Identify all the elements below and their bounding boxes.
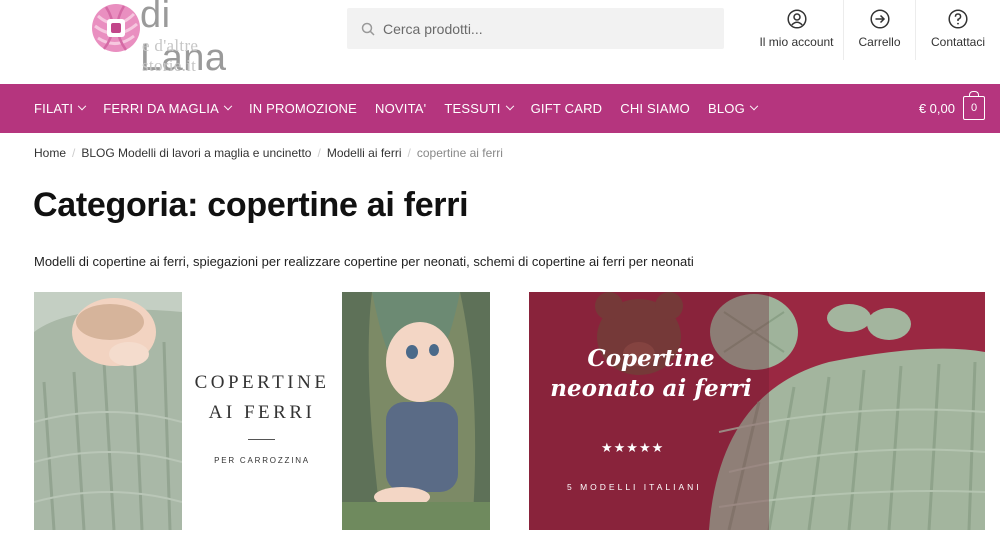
post-card-copertine-neonato[interactable]: Copertine neonato ai ferri ★★★★★ 5 MODEL…: [529, 292, 985, 530]
card-title-line: Copertine: [587, 345, 715, 372]
chevron-down-icon: [749, 101, 759, 110]
breadcrumb-separator: /: [317, 146, 321, 160]
search-icon: [361, 22, 375, 36]
cart-label: Carrello: [858, 35, 901, 49]
breadcrumb: Home / BLOG Modelli di lavori a maglia e…: [34, 146, 503, 160]
yarn-ball-icon: [92, 4, 140, 52]
nav-item-label: Novita': [375, 101, 427, 116]
nav-item-tessuti[interactable]: Tessuti: [444, 101, 514, 116]
breadcrumb-link-modelli-ai-ferri[interactable]: Modelli ai ferri: [327, 146, 402, 160]
baby-blanket-photo: [34, 292, 182, 530]
card-title-line: COPERTINE: [194, 372, 330, 393]
breadcrumb-link-home[interactable]: Home: [34, 146, 66, 160]
my-account-label: Il mio account: [759, 35, 834, 49]
nav-item-gift-card[interactable]: Gift card: [531, 101, 603, 116]
post-card-copertine-ai-ferri[interactable]: COPERTINE AI FERRI PER CARROZZINA: [34, 292, 490, 530]
nav-item-label: Filati: [34, 101, 74, 116]
nav-item-label: Ferri da maglia: [103, 101, 219, 116]
product-search: [347, 8, 724, 49]
nav-item-label: Chi siamo: [620, 101, 690, 116]
card-title: Copertine neonato ai ferri: [541, 344, 761, 404]
nav-item-label: Blog: [707, 101, 745, 116]
site-header: di Lana e d'altre storie.it Il mio accou…: [0, 0, 1000, 84]
mini-cart[interactable]: € 0,00 0: [918, 91, 985, 120]
card-title-panel: COPERTINE AI FERRI PER CARROZZINA: [182, 292, 342, 530]
user-icon: [786, 9, 807, 29]
breadcrumb-separator: /: [407, 146, 411, 160]
logo-subtitle: e d'altre storie.it: [142, 36, 199, 75]
chevron-down-icon: [505, 101, 514, 110]
knitted-blanket-photo: [529, 292, 985, 530]
nav-item-filati[interactable]: Filati: [34, 101, 87, 116]
contact-label: Contattaci: [930, 35, 986, 49]
cart-bag-icon: 0: [963, 91, 985, 120]
chevron-down-icon: [223, 101, 233, 110]
breadcrumb-link-blog[interactable]: BLOG Modelli di lavori a maglia e uncine…: [81, 146, 311, 160]
main-navigation: Filati Ferri da maglia In promozione Nov…: [0, 84, 1000, 133]
chevron-down-icon: [78, 101, 87, 110]
nav-item-blog[interactable]: Blog: [707, 101, 759, 116]
nav-item-label: In promozione: [248, 101, 358, 116]
cart-link[interactable]: Carrello: [844, 0, 915, 60]
question-icon: [948, 9, 968, 29]
arrow-right-icon: [869, 9, 890, 29]
page-title: Categoria: copertine ai ferri: [33, 186, 469, 224]
card-title-line: neonato ai ferri: [550, 375, 752, 402]
breadcrumb-current: copertine ai ferri: [416, 146, 503, 160]
card-subtitle: 5 MODELLI ITALIANI: [567, 482, 702, 492]
contact-link[interactable]: Contattaci: [916, 0, 1000, 60]
card-title-line: AI FERRI: [208, 402, 316, 423]
breadcrumb-separator: /: [72, 146, 76, 160]
nav-item-label: Tessuti: [444, 101, 501, 116]
category-description: Modelli di copertine ai ferri, spiegazio…: [34, 254, 694, 269]
header-links: Il mio account Carrello Contattaci: [750, 0, 1000, 60]
card-title: COPERTINE AI FERRI: [182, 368, 342, 428]
rating-stars: ★★★★★: [601, 440, 665, 455]
card-subtitle: PER CARROZZINA: [214, 456, 310, 465]
site-logo[interactable]: di Lana e d'altre storie.it: [90, 0, 255, 79]
nav-item-in-promozione[interactable]: In promozione: [249, 101, 357, 116]
nav-item-label: Gift card: [530, 101, 603, 116]
card-divider: [248, 439, 275, 440]
nav-item-ferri-da-maglia[interactable]: Ferri da maglia: [103, 101, 233, 116]
my-account-link[interactable]: Il mio account: [750, 0, 843, 60]
nav-item-chi-siamo[interactable]: Chi siamo: [620, 101, 690, 116]
baby-with-blanket-photo: [342, 292, 490, 530]
cart-count: 0: [970, 102, 978, 114]
search-input[interactable]: [383, 20, 703, 37]
nav-item-novita[interactable]: Novita': [375, 101, 426, 116]
cart-total: € 0,00: [918, 100, 955, 116]
